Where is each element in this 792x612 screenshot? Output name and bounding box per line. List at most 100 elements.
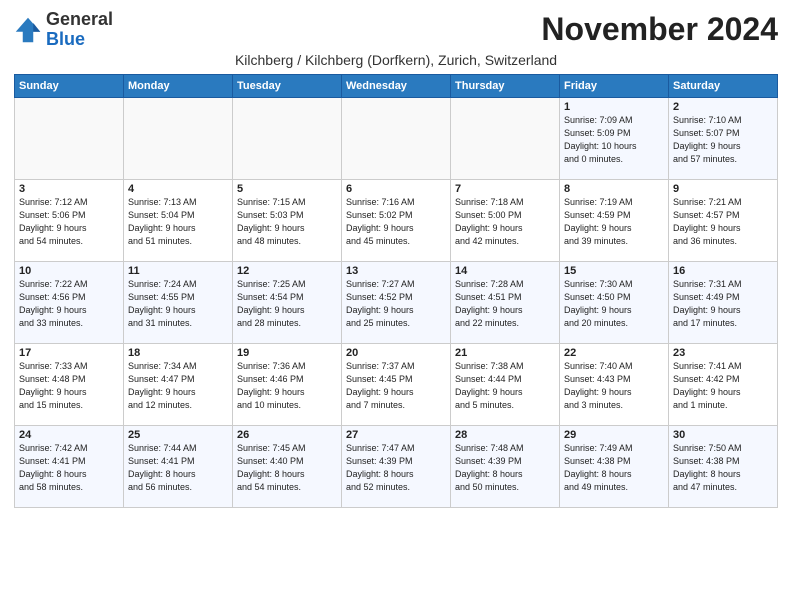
day-number: 21 (455, 347, 555, 359)
calendar-cell: 24Sunrise: 7:42 AM Sunset: 4:41 PM Dayli… (15, 425, 124, 507)
calendar-cell: 13Sunrise: 7:27 AM Sunset: 4:52 PM Dayli… (342, 261, 451, 343)
day-number: 13 (346, 265, 446, 277)
day-number: 2 (673, 101, 773, 113)
day-number: 6 (346, 183, 446, 195)
day-number: 9 (673, 183, 773, 195)
week-row-2: 10Sunrise: 7:22 AM Sunset: 4:56 PM Dayli… (15, 261, 778, 343)
day-number: 27 (346, 429, 446, 441)
day-info: Sunrise: 7:13 AM Sunset: 5:04 PM Dayligh… (128, 196, 228, 248)
day-info: Sunrise: 7:47 AM Sunset: 4:39 PM Dayligh… (346, 442, 446, 494)
calendar-cell: 20Sunrise: 7:37 AM Sunset: 4:45 PM Dayli… (342, 343, 451, 425)
day-number: 18 (128, 347, 228, 359)
calendar-table: Sunday Monday Tuesday Wednesday Thursday… (14, 74, 778, 508)
calendar-cell: 6Sunrise: 7:16 AM Sunset: 5:02 PM Daylig… (342, 179, 451, 261)
day-info: Sunrise: 7:49 AM Sunset: 4:38 PM Dayligh… (564, 442, 664, 494)
calendar-cell: 16Sunrise: 7:31 AM Sunset: 4:49 PM Dayli… (669, 261, 778, 343)
day-info: Sunrise: 7:25 AM Sunset: 4:54 PM Dayligh… (237, 278, 337, 330)
calendar-cell: 28Sunrise: 7:48 AM Sunset: 4:39 PM Dayli… (451, 425, 560, 507)
week-row-0: 1Sunrise: 7:09 AM Sunset: 5:09 PM Daylig… (15, 97, 778, 179)
page-container: General Blue November 2024 Kilchberg / K… (0, 0, 792, 518)
calendar-cell: 25Sunrise: 7:44 AM Sunset: 4:41 PM Dayli… (124, 425, 233, 507)
day-number: 26 (237, 429, 337, 441)
header-sunday: Sunday (15, 74, 124, 97)
day-info: Sunrise: 7:28 AM Sunset: 4:51 PM Dayligh… (455, 278, 555, 330)
subtitle: Kilchberg / Kilchberg (Dorfkern), Zurich… (14, 52, 778, 68)
calendar-cell: 19Sunrise: 7:36 AM Sunset: 4:46 PM Dayli… (233, 343, 342, 425)
calendar-cell: 11Sunrise: 7:24 AM Sunset: 4:55 PM Dayli… (124, 261, 233, 343)
calendar-cell: 26Sunrise: 7:45 AM Sunset: 4:40 PM Dayli… (233, 425, 342, 507)
day-info: Sunrise: 7:18 AM Sunset: 5:00 PM Dayligh… (455, 196, 555, 248)
calendar-cell: 21Sunrise: 7:38 AM Sunset: 4:44 PM Dayli… (451, 343, 560, 425)
day-number: 17 (19, 347, 119, 359)
calendar-cell: 1Sunrise: 7:09 AM Sunset: 5:09 PM Daylig… (560, 97, 669, 179)
day-number: 19 (237, 347, 337, 359)
day-number: 11 (128, 265, 228, 277)
day-number: 29 (564, 429, 664, 441)
day-number: 25 (128, 429, 228, 441)
day-number: 20 (346, 347, 446, 359)
header-saturday: Saturday (669, 74, 778, 97)
day-number: 5 (237, 183, 337, 195)
day-info: Sunrise: 7:22 AM Sunset: 4:56 PM Dayligh… (19, 278, 119, 330)
logo-icon (14, 16, 42, 44)
calendar-cell: 8Sunrise: 7:19 AM Sunset: 4:59 PM Daylig… (560, 179, 669, 261)
day-info: Sunrise: 7:34 AM Sunset: 4:47 PM Dayligh… (128, 360, 228, 412)
day-number: 14 (455, 265, 555, 277)
calendar-cell: 17Sunrise: 7:33 AM Sunset: 4:48 PM Dayli… (15, 343, 124, 425)
day-info: Sunrise: 7:27 AM Sunset: 4:52 PM Dayligh… (346, 278, 446, 330)
calendar-cell: 5Sunrise: 7:15 AM Sunset: 5:03 PM Daylig… (233, 179, 342, 261)
header-friday: Friday (560, 74, 669, 97)
day-info: Sunrise: 7:33 AM Sunset: 4:48 PM Dayligh… (19, 360, 119, 412)
day-info: Sunrise: 7:31 AM Sunset: 4:49 PM Dayligh… (673, 278, 773, 330)
day-info: Sunrise: 7:30 AM Sunset: 4:50 PM Dayligh… (564, 278, 664, 330)
calendar-cell: 3Sunrise: 7:12 AM Sunset: 5:06 PM Daylig… (15, 179, 124, 261)
day-number: 16 (673, 265, 773, 277)
week-row-3: 17Sunrise: 7:33 AM Sunset: 4:48 PM Dayli… (15, 343, 778, 425)
calendar-header-row: Sunday Monday Tuesday Wednesday Thursday… (15, 74, 778, 97)
calendar-cell: 22Sunrise: 7:40 AM Sunset: 4:43 PM Dayli… (560, 343, 669, 425)
week-row-1: 3Sunrise: 7:12 AM Sunset: 5:06 PM Daylig… (15, 179, 778, 261)
day-info: Sunrise: 7:15 AM Sunset: 5:03 PM Dayligh… (237, 196, 337, 248)
week-row-4: 24Sunrise: 7:42 AM Sunset: 4:41 PM Dayli… (15, 425, 778, 507)
day-number: 12 (237, 265, 337, 277)
calendar-cell (342, 97, 451, 179)
day-info: Sunrise: 7:16 AM Sunset: 5:02 PM Dayligh… (346, 196, 446, 248)
day-info: Sunrise: 7:24 AM Sunset: 4:55 PM Dayligh… (128, 278, 228, 330)
calendar-cell (15, 97, 124, 179)
header: General Blue November 2024 (14, 10, 778, 50)
day-number: 28 (455, 429, 555, 441)
day-number: 7 (455, 183, 555, 195)
calendar-cell: 12Sunrise: 7:25 AM Sunset: 4:54 PM Dayli… (233, 261, 342, 343)
day-info: Sunrise: 7:37 AM Sunset: 4:45 PM Dayligh… (346, 360, 446, 412)
day-info: Sunrise: 7:42 AM Sunset: 4:41 PM Dayligh… (19, 442, 119, 494)
day-info: Sunrise: 7:10 AM Sunset: 5:07 PM Dayligh… (673, 114, 773, 166)
calendar-cell (124, 97, 233, 179)
calendar-cell: 23Sunrise: 7:41 AM Sunset: 4:42 PM Dayli… (669, 343, 778, 425)
calendar-cell: 30Sunrise: 7:50 AM Sunset: 4:38 PM Dayli… (669, 425, 778, 507)
calendar-cell: 27Sunrise: 7:47 AM Sunset: 4:39 PM Dayli… (342, 425, 451, 507)
day-info: Sunrise: 7:45 AM Sunset: 4:40 PM Dayligh… (237, 442, 337, 494)
day-number: 4 (128, 183, 228, 195)
day-info: Sunrise: 7:48 AM Sunset: 4:39 PM Dayligh… (455, 442, 555, 494)
calendar-cell: 14Sunrise: 7:28 AM Sunset: 4:51 PM Dayli… (451, 261, 560, 343)
logo: General Blue (14, 10, 113, 50)
calendar-cell: 15Sunrise: 7:30 AM Sunset: 4:50 PM Dayli… (560, 261, 669, 343)
calendar-cell (451, 97, 560, 179)
day-number: 23 (673, 347, 773, 359)
header-monday: Monday (124, 74, 233, 97)
day-info: Sunrise: 7:09 AM Sunset: 5:09 PM Dayligh… (564, 114, 664, 166)
day-info: Sunrise: 7:50 AM Sunset: 4:38 PM Dayligh… (673, 442, 773, 494)
day-number: 3 (19, 183, 119, 195)
day-info: Sunrise: 7:21 AM Sunset: 4:57 PM Dayligh… (673, 196, 773, 248)
day-number: 30 (673, 429, 773, 441)
calendar-cell: 10Sunrise: 7:22 AM Sunset: 4:56 PM Dayli… (15, 261, 124, 343)
day-info: Sunrise: 7:41 AM Sunset: 4:42 PM Dayligh… (673, 360, 773, 412)
month-title: November 2024 (541, 11, 778, 48)
day-info: Sunrise: 7:19 AM Sunset: 4:59 PM Dayligh… (564, 196, 664, 248)
header-thursday: Thursday (451, 74, 560, 97)
calendar-cell (233, 97, 342, 179)
day-number: 22 (564, 347, 664, 359)
day-number: 24 (19, 429, 119, 441)
day-number: 1 (564, 101, 664, 113)
header-tuesday: Tuesday (233, 74, 342, 97)
